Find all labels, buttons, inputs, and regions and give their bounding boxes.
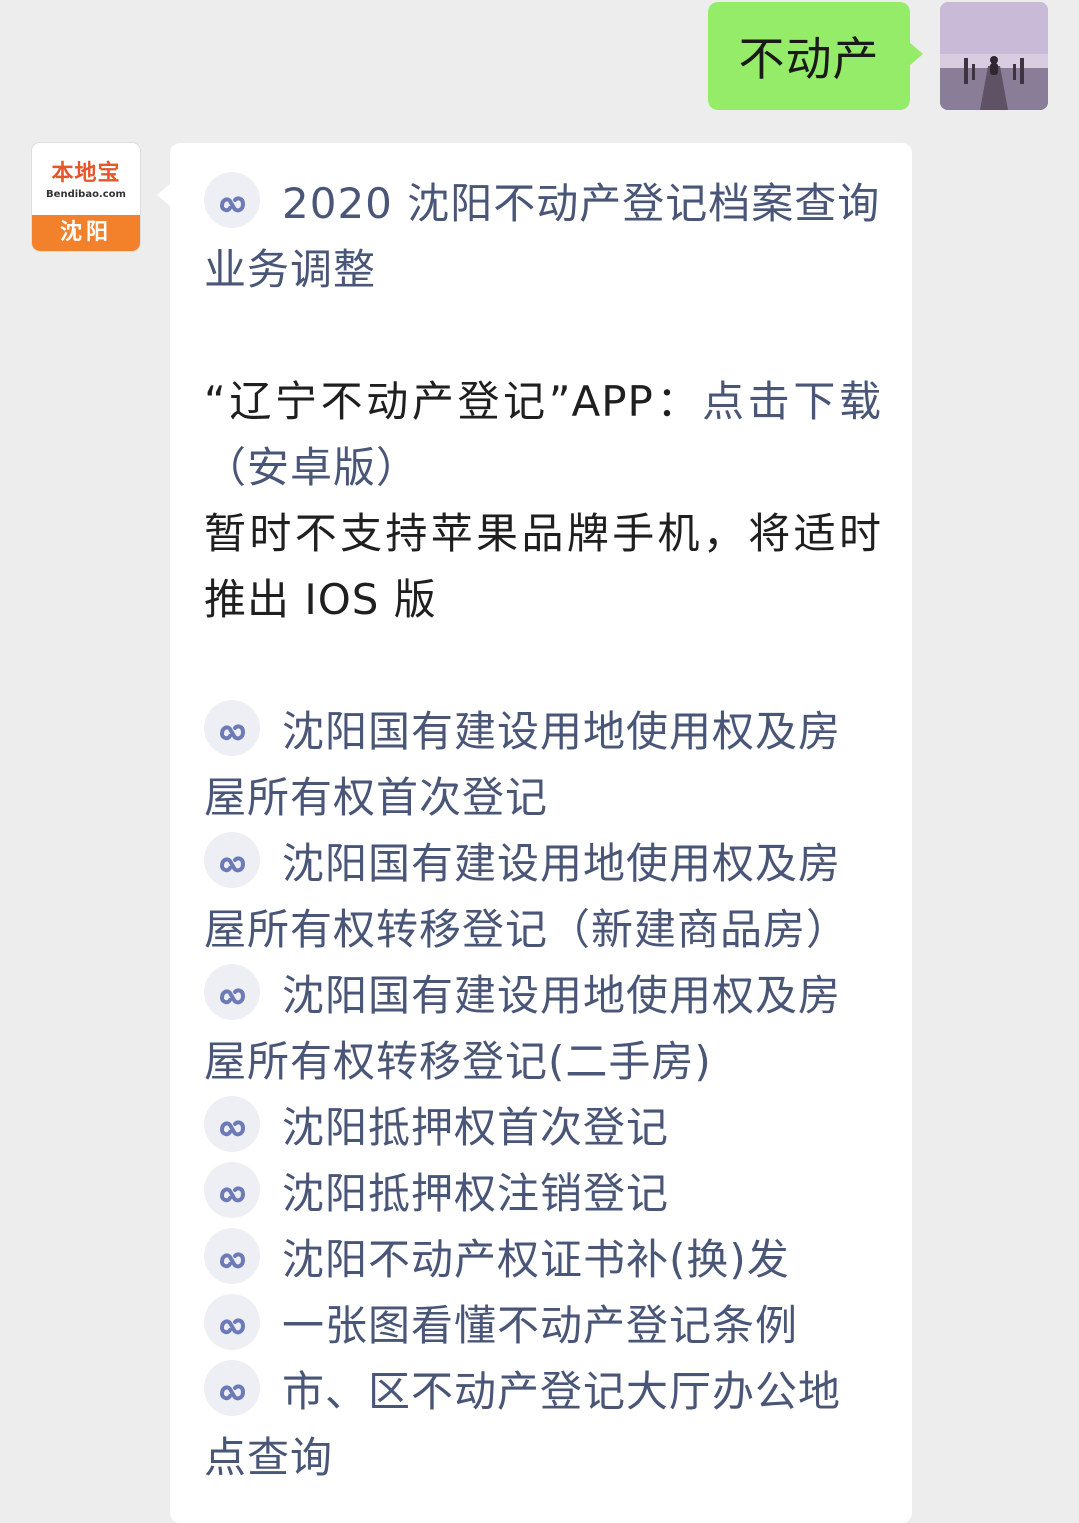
mini-program-link-icon <box>204 700 260 756</box>
mini-program-link-text: 沈阳国有建设用地使用权及房屋所有权转移登记（新建商品房） <box>204 839 850 954</box>
mini-program-link-text: 沈阳不动产权证书补(换)发 <box>282 1235 790 1284</box>
app-prefix-text: “辽宁不动产登记”APP： <box>204 377 703 426</box>
mini-program-link-icon <box>204 172 260 228</box>
mini-program-link-item[interactable]: 沈阳抵押权注销登记 <box>204 1161 882 1227</box>
link-list: 沈阳国有建设用地使用权及房屋所有权首次登记 沈阳国有建设用地使用权及房屋所有权转移… <box>204 699 882 1491</box>
mini-program-link-text: 沈阳抵押权首次登记 <box>282 1103 670 1152</box>
mini-program-link-item[interactable]: 沈阳不动产权证书补(换)发 <box>204 1227 882 1293</box>
bot-logo-domain: Bendibao.com <box>46 189 126 200</box>
mini-program-link-icon <box>204 832 260 888</box>
mini-program-link-item[interactable]: 沈阳国有建设用地使用权及房屋所有权转移登记(二手房) <box>204 963 882 1095</box>
app-download-line: “辽宁不动产登记”APP：点击下载（安卓版） <box>204 369 882 501</box>
bot-avatar[interactable]: 本地宝 Bendibao.com 沈阳 <box>32 143 140 251</box>
mini-program-link-text: 市、区不动产登记大厅办公地点查询 <box>204 1367 842 1482</box>
intro-link-text: 2020 沈阳不动产登记档案查询业务调整 <box>204 179 881 294</box>
mini-program-link-text: 一张图看懂不动产登记条例 <box>282 1301 799 1350</box>
mini-program-link-item[interactable]: 沈阳国有建设用地使用权及房屋所有权首次登记 <box>204 699 882 831</box>
incoming-message-bubble: 2020 沈阳不动产登记档案查询业务调整 “辽宁不动产登记”APP：点击下载（安… <box>157 143 912 1523</box>
bot-logo-top: 本地宝 Bendibao.com <box>32 143 140 209</box>
mini-program-link-icon <box>204 1096 260 1152</box>
outgoing-message-text: 不动产 <box>738 32 880 86</box>
mini-program-link-icon <box>204 1294 260 1350</box>
mini-program-link-icon <box>204 964 260 1020</box>
bot-logo-city: 沈阳 <box>32 215 140 251</box>
mini-program-link-icon <box>204 1162 260 1218</box>
mini-program-link-item[interactable]: 市、区不动产登记大厅办公地点查询 <box>204 1359 882 1491</box>
mini-program-link-icon <box>204 1360 260 1416</box>
mini-program-link-text: 沈阳国有建设用地使用权及房屋所有权首次登记 <box>204 707 842 822</box>
ios-note-text: 暂时不支持苹果品牌手机，将适时推出 IOS 版 <box>204 509 882 624</box>
mini-program-link-item[interactable]: 一张图看懂不动产登记条例 <box>204 1293 882 1359</box>
outgoing-message-bubble[interactable]: 不动产 <box>708 2 923 110</box>
user-avatar-picture <box>940 2 1048 110</box>
user-avatar[interactable] <box>940 2 1048 110</box>
intro-link[interactable]: 2020 沈阳不动产登记档案查询业务调整 <box>204 171 882 303</box>
mini-program-link-text: 沈阳国有建设用地使用权及房屋所有权转移登记(二手房) <box>204 971 842 1086</box>
mini-program-link-icon <box>204 1228 260 1284</box>
mini-program-link-item[interactable]: 沈阳国有建设用地使用权及房屋所有权转移登记（新建商品房） <box>204 831 882 963</box>
bot-logo-name: 本地宝 <box>51 161 121 186</box>
mini-program-link-item[interactable]: 沈阳抵押权首次登记 <box>204 1095 882 1161</box>
mini-program-link-text: 沈阳抵押权注销登记 <box>282 1169 670 1218</box>
outgoing-message-row: 不动产 <box>0 0 1079 120</box>
